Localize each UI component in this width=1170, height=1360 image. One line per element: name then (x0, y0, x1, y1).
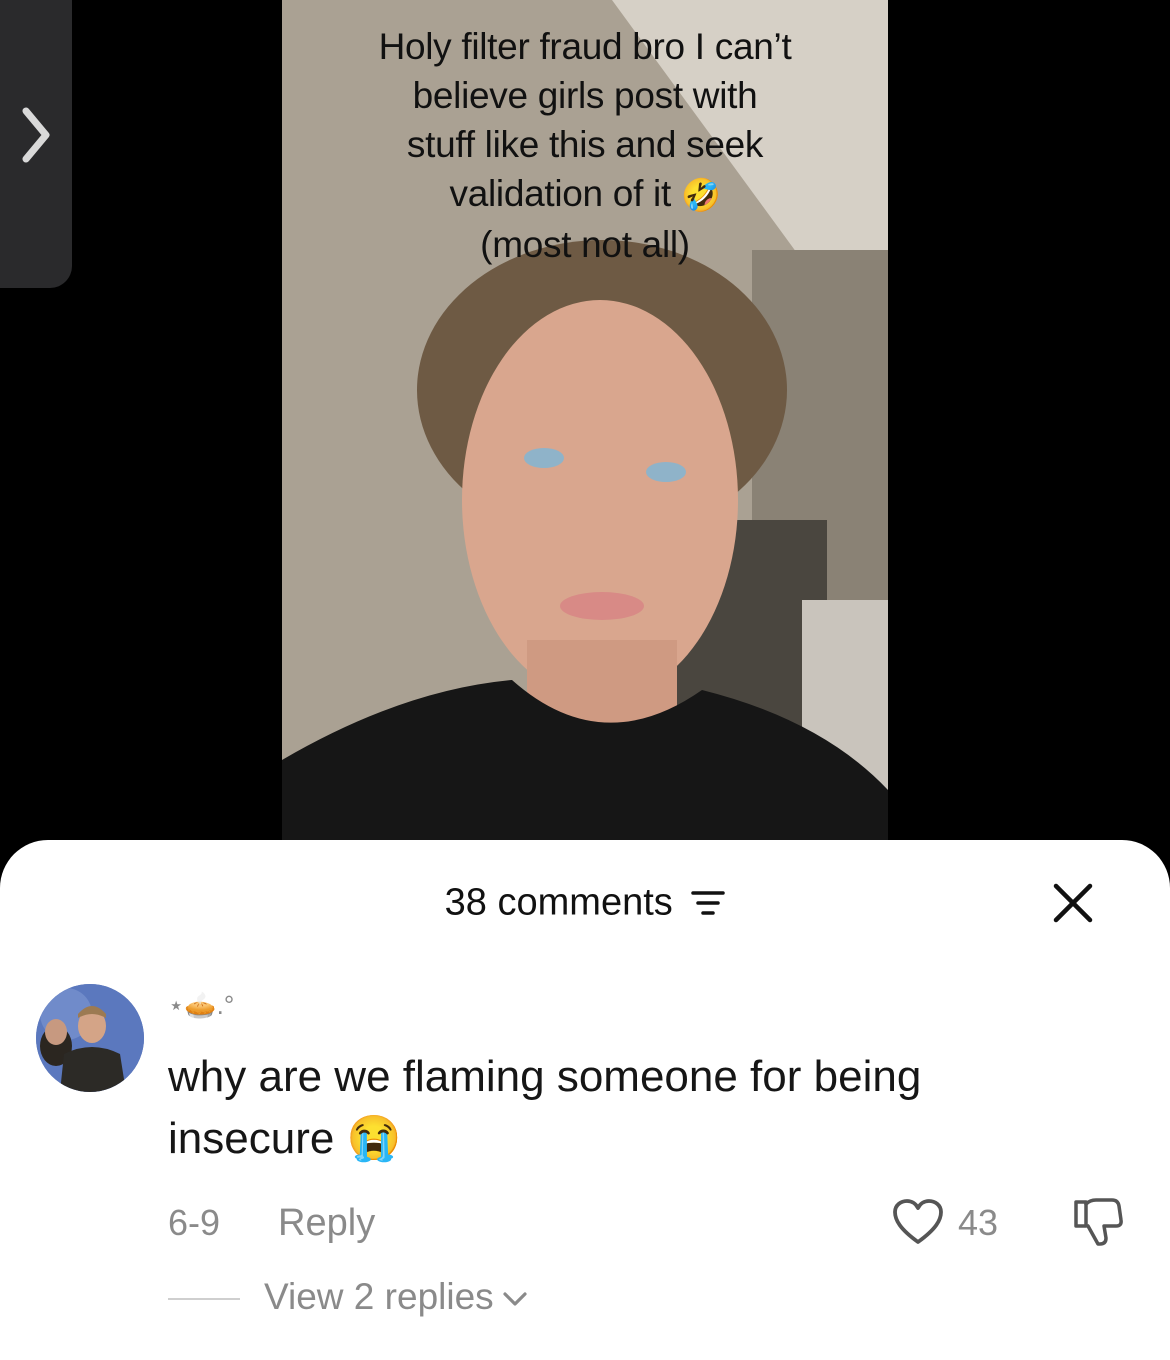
side-panel-tab[interactable] (0, 0, 72, 288)
caption-line: (most not all) (480, 224, 690, 265)
comment-meta: 6-9 Reply (168, 1202, 375, 1245)
comment-username[interactable]: ⋆🥧.° (168, 990, 234, 1021)
reply-button[interactable]: Reply (278, 1202, 375, 1244)
like-count: 43 (958, 1202, 999, 1243)
comments-count: 38 comments (444, 881, 673, 924)
chevron-down-icon (503, 1292, 527, 1306)
filter-icon[interactable] (691, 888, 726, 918)
video-caption: Holy filter fraud bro I can’t believe gi… (282, 22, 888, 269)
comments-header: 38 comments (0, 880, 1170, 924)
divider (168, 1298, 240, 1300)
caption-line: validation of it 🤣 (282, 169, 888, 220)
crying-emoji: 😭 (346, 1114, 402, 1163)
avatar-image (36, 984, 144, 1092)
heart-icon[interactable] (892, 1198, 944, 1246)
comment-text: why are we flaming someone for being ins… (168, 1046, 1028, 1170)
video-player[interactable]: Holy filter fraud bro I can’t believe gi… (282, 0, 888, 840)
rofl-emoji: 🤣 (680, 177, 721, 213)
video-area[interactable]: Holy filter fraud bro I can’t believe gi… (0, 0, 1170, 860)
view-replies-button[interactable]: View 2 replies (264, 1276, 528, 1318)
caption-line: stuff like this and seek (406, 124, 764, 165)
caption-text: validation of it (449, 173, 672, 214)
close-icon[interactable] (1052, 882, 1094, 924)
caption-line: believe girls post with (412, 75, 758, 116)
view-replies-label: View 2 replies (264, 1276, 494, 1317)
comment-body: why are we flaming someone for being ins… (168, 1052, 922, 1163)
chevron-right-icon (22, 107, 50, 163)
avatar[interactable] (36, 984, 144, 1092)
caption-line: Holy filter fraud bro I can’t (378, 26, 792, 67)
comments-sheet: 38 comments ⋆🥧.° why are we flaming some… (0, 840, 1170, 1360)
comment-date: 6-9 (168, 1202, 221, 1243)
dislike-icon[interactable] (1070, 1196, 1124, 1248)
